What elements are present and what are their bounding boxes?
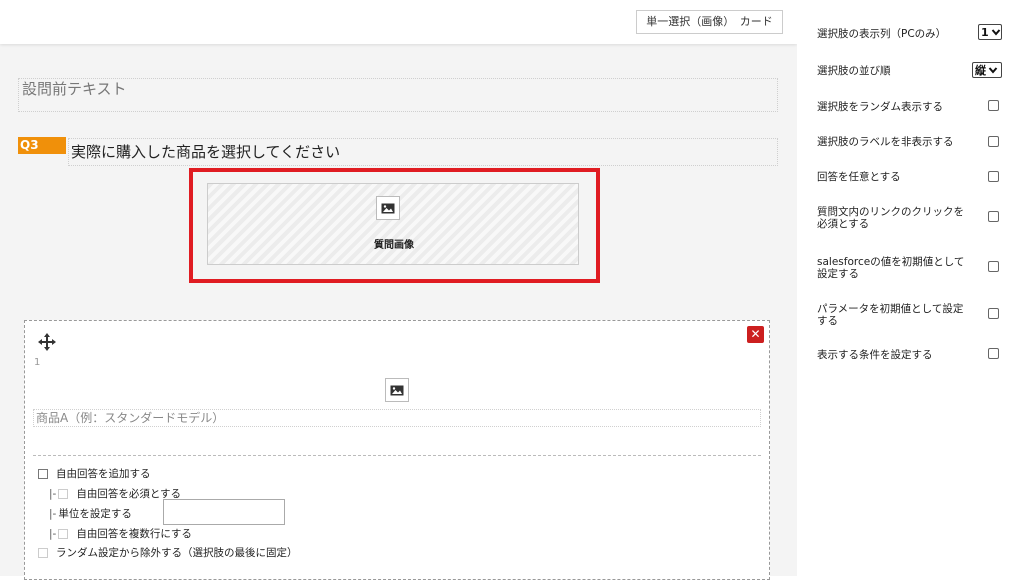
add-free-answer-option[interactable]: 自由回答を追加する: [38, 466, 151, 481]
add-free-answer-checkbox[interactable]: [38, 468, 48, 479]
choice-image-icon[interactable]: [385, 378, 409, 402]
chevron-down-icon: [988, 67, 998, 74]
delete-choice-button[interactable]: ✕: [747, 326, 764, 343]
indent-mark: |-: [49, 507, 57, 520]
choice-index: 1: [34, 357, 41, 368]
exclude-random-label: ランダム設定から除外する（選択肢の最後に固定）: [56, 547, 298, 559]
multiline-option[interactable]: |- 自由回答を複数行にする: [49, 526, 192, 541]
hide-checkbox[interactable]: [988, 136, 999, 147]
condition-label: 表示する条件を設定する: [817, 349, 933, 361]
move-icon[interactable]: [37, 332, 57, 352]
columns-value: 1: [981, 25, 989, 39]
multiline-label: 自由回答を複数行にする: [76, 528, 192, 540]
choice-card: ✕ 1 商品A（例：スタンダードモデル） 自由回答を追加する |- 自由回答を必…: [24, 320, 770, 580]
param-checkbox[interactable]: [988, 308, 999, 319]
salesforce-label: salesforceの値を初期値として設定する: [817, 256, 965, 280]
add-free-answer-label: 自由回答を追加する: [56, 468, 151, 480]
random-label: 選択肢をランダム表示する: [817, 101, 943, 113]
settings-panel: 選択肢の表示列（PCのみ） 1 選択肢の並び順 縦 選択肢をランダム表示する 選…: [797, 0, 1024, 576]
image-icon[interactable]: [376, 196, 400, 220]
indent-mark: |-: [49, 487, 57, 500]
order-label: 選択肢の並び順: [817, 65, 891, 77]
unit-input[interactable]: [163, 499, 285, 525]
hide-label: 選択肢のラベルを非表示する: [817, 136, 954, 148]
question-title[interactable]: 実際に購入した商品を選択してください: [68, 138, 778, 166]
badge-underline: [18, 153, 66, 154]
columns-select[interactable]: 1: [978, 24, 1002, 40]
chevron-down-icon: [991, 29, 1000, 36]
pre-question-text[interactable]: 設問前テキスト: [18, 78, 778, 112]
free-answer-required-checkbox[interactable]: [58, 488, 69, 499]
optional-label: 回答を任意とする: [817, 171, 901, 183]
indent-mark: |-: [49, 527, 57, 540]
optional-checkbox[interactable]: [988, 171, 999, 182]
exclude-random-checkbox[interactable]: [38, 547, 48, 558]
question-number-badge: Q3: [18, 137, 66, 153]
link-required-label: 質問文内のリンクのクリックを必須とする: [817, 206, 964, 230]
order-value: 縦: [975, 64, 986, 77]
top-bar: 単一選択（画像） カード: [0, 0, 797, 44]
random-checkbox[interactable]: [988, 100, 999, 111]
free-answer-required-option[interactable]: |- 自由回答を必須とする: [49, 486, 181, 501]
question-image-placeholder[interactable]: 質問画像: [207, 183, 579, 265]
editor-area: 単一選択（画像） カード 設問前テキスト Q3 実際に購入した商品を選択してくだ…: [0, 0, 797, 580]
param-label: パラメータを初期値として設定する: [817, 303, 964, 327]
divider: [33, 455, 761, 456]
salesforce-checkbox[interactable]: [988, 261, 999, 272]
question-type-label[interactable]: 単一選択（画像） カード: [636, 10, 783, 34]
unit-option: |- 単位を設定する: [49, 506, 132, 521]
multiline-checkbox[interactable]: [58, 528, 69, 539]
condition-checkbox[interactable]: [988, 348, 999, 359]
columns-label: 選択肢の表示列（PCのみ）: [817, 28, 947, 40]
image-caption: 質問画像: [374, 240, 414, 251]
link-required-checkbox[interactable]: [988, 211, 999, 222]
unit-label: 単位を設定する: [58, 508, 132, 520]
exclude-random-option[interactable]: ランダム設定から除外する（選択肢の最後に固定）: [38, 545, 298, 560]
order-select[interactable]: 縦: [972, 62, 1002, 78]
choice-text-input[interactable]: 商品A（例：スタンダードモデル）: [33, 409, 761, 427]
